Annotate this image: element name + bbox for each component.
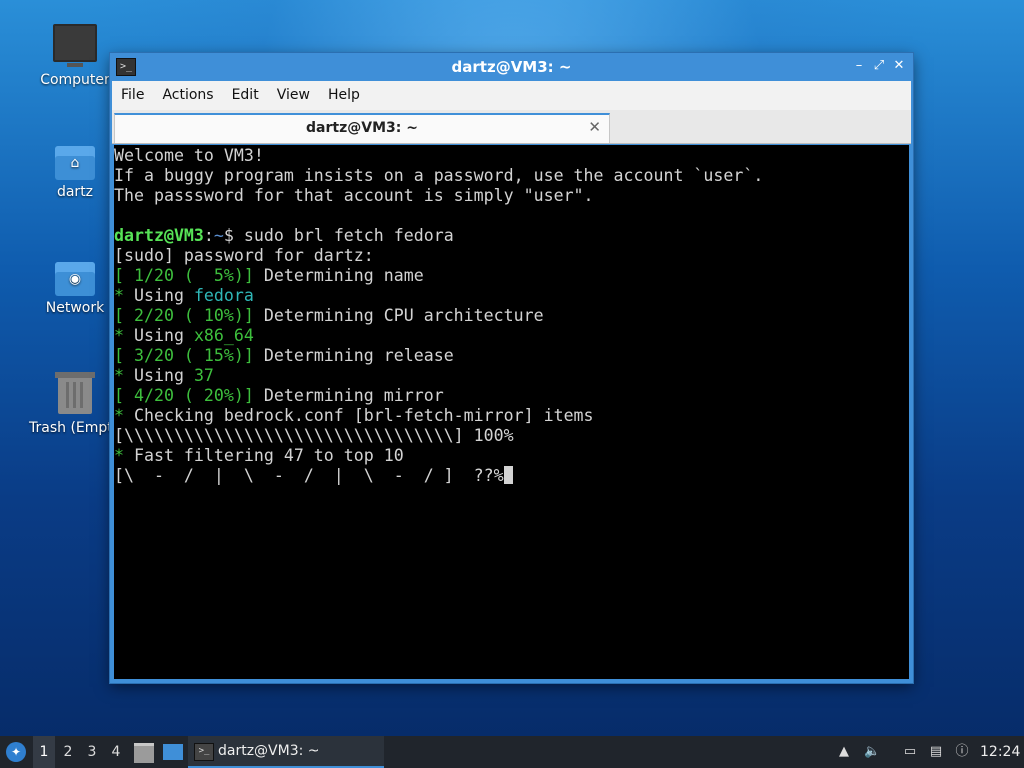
maximize-button[interactable]: ⤢	[870, 57, 888, 75]
workspace-2[interactable]: 2	[57, 736, 79, 768]
progress-bar-line: [\\\\\\\\\\\\\\\\\\\\\\\\\\\\\\\\\] 100%	[114, 426, 514, 445]
step-star: *	[114, 326, 134, 345]
workspace-4[interactable]: 4	[105, 736, 127, 768]
spinner-line: [\ - / | \ - / | \ - / ] ??%	[114, 466, 504, 485]
network-status-icon[interactable]: ▭	[902, 744, 918, 760]
taskbar: ✦ 1 2 3 4 >_ dartz@VM3: ~ ▲ 🔈 ▭ ▤ ⓘ 12:2…	[0, 736, 1024, 768]
step-value: 37	[193, 366, 214, 385]
step-text: Using	[133, 366, 194, 385]
update-notifier-icon[interactable]: ⓘ	[954, 744, 970, 760]
step-progress: [ 1/20 ( 5%)]	[114, 266, 254, 285]
file-manager-launcher-icon[interactable]	[134, 743, 154, 763]
close-button[interactable]: ✕	[890, 57, 908, 75]
sudo-prompt: [sudo] password for dartz:	[114, 246, 374, 265]
menu-edit[interactable]: Edit	[223, 81, 268, 110]
workspace-1[interactable]: 1	[33, 736, 55, 768]
terminal-window: >_ dartz@VM3: ~ – ⤢ ✕ File Actions Edit Vie…	[110, 53, 913, 683]
step-progress: [ 4/20 ( 20%)]	[114, 386, 254, 405]
prompt-user: dartz@VM3	[114, 226, 204, 245]
clipboard-icon[interactable]: ▤	[928, 744, 944, 760]
window-title: dartz@VM3: ~	[451, 58, 572, 76]
desktop-icon-home[interactable]: ⌂ dartz	[27, 146, 123, 200]
home-folder-icon: ⌂	[55, 146, 95, 180]
step-star: *	[114, 366, 134, 385]
command-text: sudo brl fetch fedora	[243, 226, 454, 245]
step-text: Using	[133, 286, 194, 305]
motd-line: If a buggy program insists on a password…	[114, 166, 764, 185]
desktop-icon-computer[interactable]: Computer	[27, 24, 123, 88]
menu-bar: File Actions Edit View Help	[112, 81, 911, 110]
desktop-icon-label: dartz	[56, 184, 94, 200]
workspace-3[interactable]: 3	[81, 736, 103, 768]
step-text: Determining CPU architecture	[253, 306, 544, 325]
menu-file[interactable]: File	[112, 81, 153, 110]
menu-help[interactable]: Help	[319, 81, 369, 110]
filter-text: Fast filtering 47 to top 10	[133, 446, 404, 465]
desktop-icon-label: Network	[45, 300, 105, 316]
desktop-icon-label: Computer	[40, 72, 110, 88]
text-cursor	[503, 466, 513, 484]
tab-terminal[interactable]: dartz@VM3: ~ ✕	[114, 113, 610, 143]
menu-actions[interactable]: Actions	[153, 81, 222, 110]
step-star: *	[114, 446, 134, 465]
terminal-output[interactable]: Welcome to VM3! If a buggy program insis…	[114, 145, 909, 679]
trash-icon	[55, 372, 95, 414]
tab-close-icon[interactable]: ✕	[588, 118, 601, 136]
step-text: Determining release	[253, 346, 454, 365]
step-text: Checking bedrock.conf [brl-fetch-mirror]…	[133, 406, 594, 425]
taskbar-item-terminal[interactable]: >_ dartz@VM3: ~	[188, 736, 384, 768]
network-folder-icon: ◉	[55, 262, 95, 296]
tab-bar: dartz@VM3: ~ ✕	[112, 110, 911, 144]
step-value: x86_64	[193, 326, 254, 345]
step-progress: [ 2/20 ( 10%)]	[114, 306, 254, 325]
show-desktop-icon[interactable]	[163, 744, 183, 760]
step-star: *	[114, 406, 134, 425]
terminal-app-icon: >_	[194, 743, 214, 761]
motd-line: Welcome to VM3!	[114, 146, 264, 165]
motd-line: The passsword for that account is simply…	[114, 186, 594, 205]
window-titlebar[interactable]: >_ dartz@VM3: ~ – ⤢ ✕	[110, 53, 913, 81]
start-menu-icon[interactable]: ✦	[6, 742, 26, 762]
computer-icon	[53, 24, 97, 67]
clock[interactable]: 12:24	[980, 736, 1024, 768]
volume-icon[interactable]: 🔈	[864, 744, 880, 760]
step-star: *	[114, 286, 134, 305]
step-text: Determining mirror	[253, 386, 444, 405]
step-text: Using	[133, 326, 194, 345]
desktop-icon-network[interactable]: ◉ Network	[27, 262, 123, 316]
prompt-path: ~	[213, 226, 224, 245]
step-text: Determining name	[253, 266, 424, 285]
tab-label: dartz@VM3: ~	[306, 120, 418, 136]
step-progress: [ 3/20 ( 15%)]	[114, 346, 254, 365]
menu-view[interactable]: View	[268, 81, 319, 110]
taskbar-item-label: dartz@VM3: ~	[218, 743, 320, 759]
step-value: fedora	[193, 286, 254, 305]
minimize-button[interactable]: –	[850, 57, 868, 75]
removable-media-icon[interactable]: ▲	[836, 744, 852, 760]
